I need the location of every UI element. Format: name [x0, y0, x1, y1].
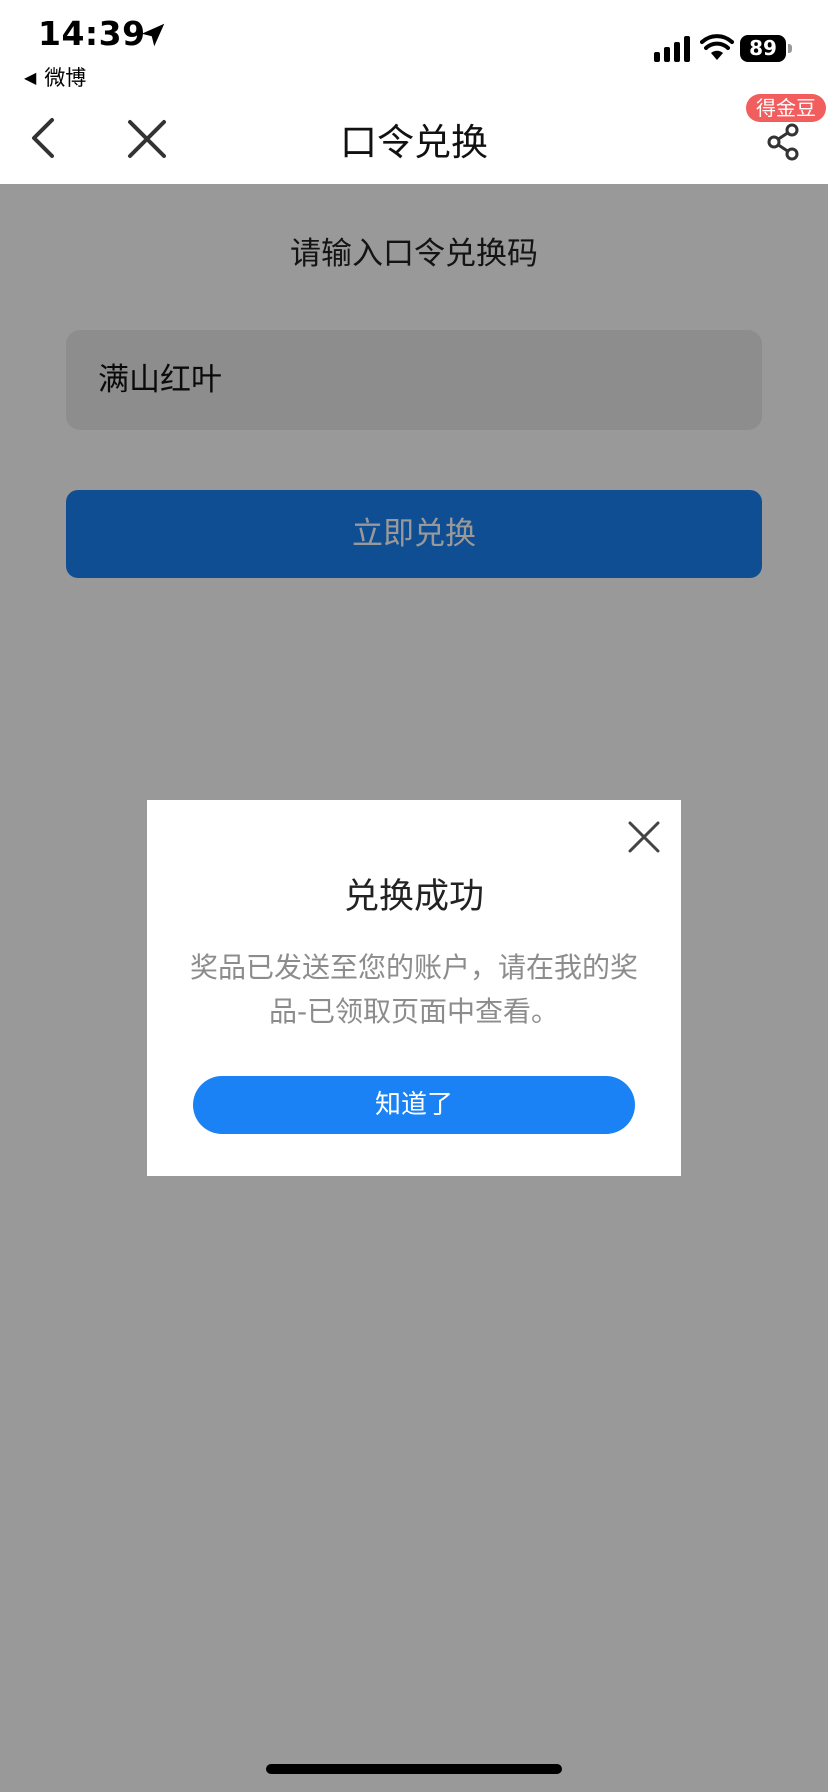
dialog-message: 奖品已发送至您的账户，请在我的奖品-已领取页面中查看。 — [189, 951, 638, 1028]
got-it-button[interactable]: 知道了 — [193, 1076, 635, 1134]
back-to-app-link[interactable]: ◀ 微博 — [24, 62, 86, 92]
cellular-signal-icon — [654, 36, 690, 62]
status-time: 14:39 — [38, 14, 146, 53]
battery-level: 89 — [749, 36, 777, 60]
success-dialog: 兑换成功 奖品已发送至您的账户，请在我的奖品-已领取页面中查看。 知道了 — [147, 800, 681, 1176]
dialog-title: 兑换成功 — [343, 877, 484, 917]
location-arrow-icon — [141, 23, 165, 47]
back-app-label: 微博 — [44, 66, 87, 90]
wifi-icon — [700, 34, 734, 60]
dialog-close-icon[interactable] — [627, 820, 661, 854]
battery-indicator: 89 — [740, 35, 792, 62]
home-indicator[interactable] — [266, 1764, 562, 1774]
gold-bean-badge[interactable]: 得金豆 — [746, 94, 826, 122]
nav-bar: 口令兑换 得金豆 — [0, 92, 828, 184]
share-icon[interactable] — [764, 122, 804, 162]
status-bar: 14:39 ◀ 微博 89 — [0, 0, 828, 92]
back-triangle-icon: ◀ — [24, 67, 37, 87]
page-title: 口令兑换 — [340, 121, 488, 164]
